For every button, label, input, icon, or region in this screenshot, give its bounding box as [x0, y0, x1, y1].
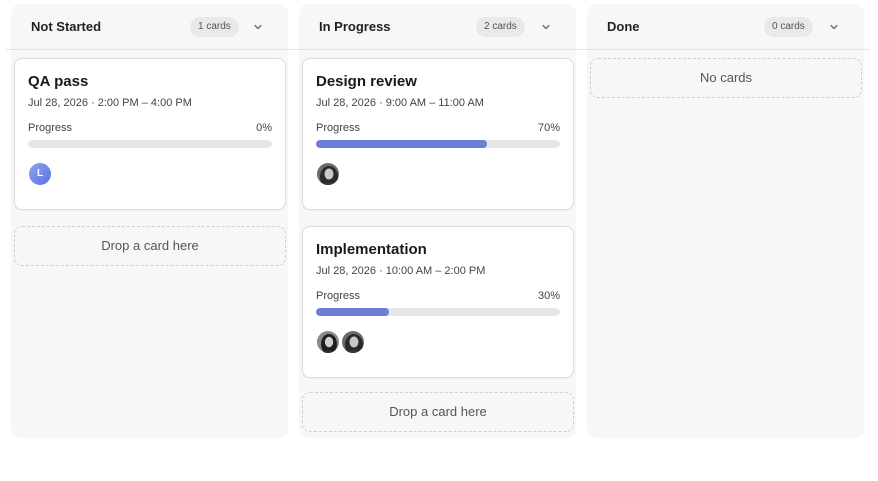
card-title: Implementation [316, 241, 427, 258]
progress-label: Progress [316, 290, 361, 302]
column-title: Not Started [31, 19, 102, 34]
drop-zone[interactable]: Drop a card here [302, 392, 574, 432]
progress-value: 30% [537, 290, 560, 302]
column-title: In Progress [319, 19, 391, 34]
progress-bar [28, 140, 272, 148]
card-time-range: Jul 28, 2026 · 10:00 AM – 2:00 PM [316, 265, 486, 277]
task-card[interactable]: Implementation Jul 28, 2026 · 10:00 AM –… [302, 226, 574, 378]
column-not-started: Not Started 1 cards QA pass Jul 28, 2026… [11, 4, 288, 438]
column-in-progress: In Progress 2 cards Design review Jul 28… [299, 4, 576, 438]
progress-fill [316, 308, 390, 316]
assignee-avatars: L [28, 162, 53, 186]
card-title: QA pass [28, 73, 89, 90]
column-done: Done 0 cards No cards [587, 4, 864, 438]
card-count-badge: 0 cards [764, 17, 813, 37]
card-time-range: Jul 28, 2026 · 9:00 AM – 11:00 AM [316, 97, 484, 109]
card-time-range: Jul 28, 2026 · 2:00 PM – 4:00 PM [28, 97, 192, 109]
avatar[interactable] [316, 330, 340, 354]
task-card[interactable]: QA pass Jul 28, 2026 · 2:00 PM – 4:00 PM… [14, 58, 286, 210]
column-title: Done [607, 19, 640, 34]
assignee-avatars [316, 162, 341, 186]
kanban-board: Not Started 1 cards QA pass Jul 28, 2026… [0, 0, 878, 481]
card-count-badge: 2 cards [476, 17, 525, 37]
progress-bar [316, 308, 560, 316]
progress-label: Progress [28, 122, 73, 134]
progress-value: 0% [256, 122, 272, 134]
empty-state-drop-zone[interactable]: No cards [590, 58, 862, 98]
chevron-down-icon[interactable] [827, 20, 841, 34]
task-card[interactable]: Design review Jul 28, 2026 · 9:00 AM – 1… [302, 58, 574, 210]
card-count-badge: 1 cards [190, 17, 239, 37]
column-header: In Progress 2 cards [299, 4, 576, 49]
chevron-down-icon[interactable] [251, 20, 265, 34]
assignee-avatars [316, 330, 366, 354]
column-header: Done 0 cards [587, 4, 864, 49]
progress-fill [316, 140, 487, 148]
avatar[interactable] [316, 162, 340, 186]
card-title: Design review [316, 73, 417, 90]
avatar[interactable] [341, 330, 365, 354]
chevron-down-icon[interactable] [539, 20, 553, 34]
header-divider [6, 49, 870, 50]
avatar[interactable]: L [28, 162, 52, 186]
progress-bar [316, 140, 560, 148]
drop-zone[interactable]: Drop a card here [14, 226, 286, 266]
column-header: Not Started 1 cards [11, 4, 288, 49]
progress-value: 70% [537, 122, 560, 134]
progress-label: Progress [316, 122, 361, 134]
